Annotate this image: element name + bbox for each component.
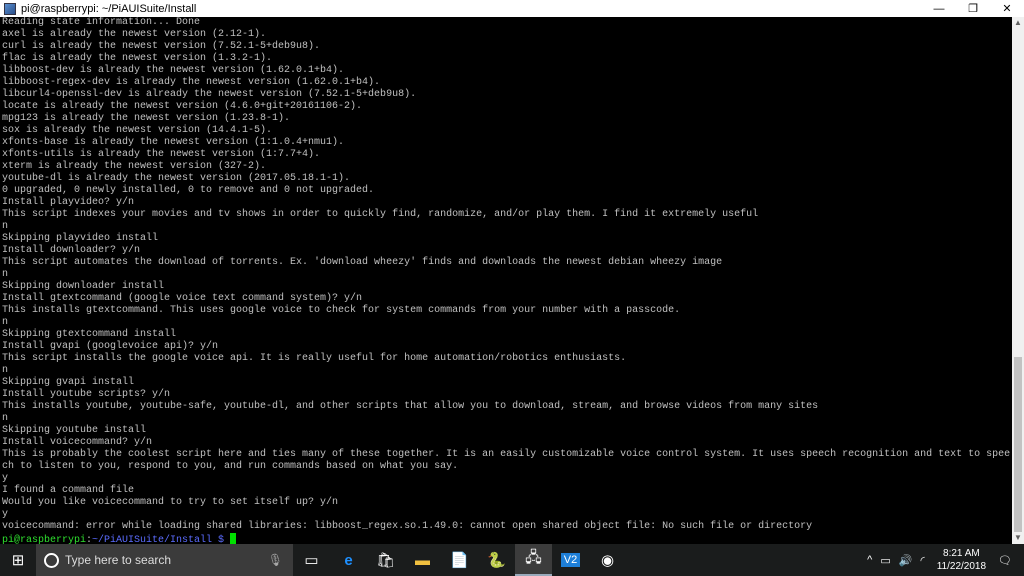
terminal-line: This script indexes your movies and tv s… [2, 209, 759, 220]
edge-icon[interactable]: e [330, 544, 367, 576]
taskbar: ⊞ Type here to search 🎙 ▭ e 🛍 ▬ 📄 🐍 🖧 V2… [0, 544, 1024, 576]
terminal-line: youtube-dl is already the newest version… [2, 173, 351, 184]
clock-date: 11/22/2018 [936, 561, 987, 572]
terminal-line: xfonts-utils is already the newest versi… [2, 149, 321, 160]
terminal-line: 0 upgraded, 0 newly installed, 0 to remo… [2, 185, 375, 196]
terminal-line: libboost-regex-dev is already the newest… [2, 77, 381, 88]
terminal-line: xterm is already the newest version (327… [2, 161, 267, 172]
window-titlebar[interactable]: pi@raspberrypi: ~/PiAUISuite/Install — ❐… [0, 0, 1024, 17]
terminal-line: Install downloader? y/n [2, 245, 141, 256]
terminal-line: Install gtextcommand (google voice text … [2, 293, 363, 304]
action-center-icon[interactable]: 🗨 [998, 554, 1012, 567]
terminal-line: Skipping youtube install [2, 425, 147, 436]
terminal-output[interactable]: Reading state information... Done axel is… [0, 17, 1012, 544]
windows-start-icon[interactable]: ⊞ [0, 544, 36, 576]
terminal-line: Skipping downloader install [2, 281, 165, 292]
terminal-line: This script installs the google voice ap… [2, 353, 627, 364]
wifi-icon[interactable]: ◜ [920, 554, 924, 567]
terminal-line: This installs youtube, youtube-safe, you… [2, 401, 819, 412]
terminal-line: This script automates the download of to… [2, 257, 723, 268]
volume-icon[interactable]: 🔊 [899, 554, 913, 567]
terminal-line: Install voicecommand? y/n [2, 437, 153, 448]
terminal-line: voicecommand: error while loading shared… [2, 521, 813, 532]
restore-button[interactable]: ❐ [956, 0, 990, 17]
terminal-scrollbar[interactable]: ▲ ▼ [1012, 17, 1024, 544]
terminal-line: ch to listen to you, respond to you, and… [2, 461, 459, 472]
scrollbar-thumb[interactable] [1014, 357, 1022, 532]
cortana-icon [44, 552, 59, 568]
terminal-line: I found a command file [2, 485, 135, 496]
terminal-line: curl is already the newest version (7.52… [2, 41, 321, 52]
show-hidden-icons-icon[interactable]: ^ [867, 554, 872, 566]
python-file-icon[interactable]: 📄 [441, 544, 478, 576]
cursor [230, 533, 237, 544]
scroll-down-icon[interactable]: ▼ [1012, 532, 1024, 544]
terminal-line: n [2, 317, 9, 328]
close-button[interactable]: ✕ [990, 0, 1024, 17]
chrome-icon[interactable]: ◉ [589, 544, 626, 576]
battery-icon[interactable]: ▭ [880, 554, 890, 567]
terminal-line: Skipping gvapi install [2, 377, 135, 388]
scroll-up-icon[interactable]: ▲ [1012, 17, 1024, 29]
putty-icon [4, 2, 16, 15]
terminal-line: locate is already the newest version (4.… [2, 101, 363, 112]
terminal-line: libboost-dev is already the newest versi… [2, 65, 345, 76]
terminal-line: Install youtube scripts? y/n [2, 389, 171, 400]
prompt-path: ~/PiAUISuite/Install $ [92, 535, 231, 544]
terminal-line: This is probably the coolest script here… [2, 449, 1011, 460]
terminal-line: y [2, 509, 9, 520]
terminal-line: flac is already the newest version (1.3.… [2, 53, 273, 64]
terminal-line: Install playvideo? y/n [2, 197, 135, 208]
terminal-line: This installs gtextcommand. This uses go… [2, 305, 681, 316]
terminal-line: xfonts-base is already the newest versio… [2, 137, 345, 148]
shell-prompt[interactable]: pi@raspberrypi:~/PiAUISuite/Install $ [2, 533, 1012, 544]
terminal-line: y [2, 473, 9, 484]
terminal-line: Would you like voicecommand to try to se… [2, 497, 339, 508]
terminal-line: mpg123 is already the newest version (1.… [2, 113, 291, 124]
search-placeholder: Type here to search [65, 553, 172, 567]
terminal-line: Skipping gtextcommand install [2, 329, 177, 340]
terminal-line: sox is already the newest version (14.4.… [2, 125, 273, 136]
clock-time: 8:21 AM [943, 548, 980, 559]
terminal-line: n [2, 221, 9, 232]
file-explorer-icon[interactable]: ▬ [404, 544, 441, 576]
clock[interactable]: 8:21 AM 11/22/2018 [937, 547, 986, 573]
task-view-icon[interactable]: ▭ [293, 544, 330, 576]
terminal-line: Skipping playvideo install [2, 233, 159, 244]
minimize-button[interactable]: — [922, 0, 956, 17]
terminal-line: n [2, 413, 9, 424]
microphone-icon[interactable]: 🎙 [268, 553, 283, 567]
putty-taskbar-icon[interactable]: 🖧 [515, 544, 552, 576]
python-icon[interactable]: 🐍 [478, 544, 515, 576]
terminal-line: n [2, 269, 9, 280]
terminal-line: Reading state information... Done [2, 17, 201, 28]
vnc-viewer-icon[interactable]: V2 [552, 544, 589, 576]
terminal-line: n [2, 365, 9, 376]
store-icon[interactable]: 🛍 [367, 544, 404, 576]
taskbar-search[interactable]: Type here to search 🎙 [36, 544, 293, 576]
terminal-line: axel is already the newest version (2.12… [2, 29, 267, 40]
prompt-user: pi@raspberrypi [2, 535, 87, 544]
terminal-line: libcurl4-openssl-dev is already the newe… [2, 89, 417, 100]
terminal-line: Install gvapi (googlevoice api)? y/n [2, 341, 219, 352]
window-title: pi@raspberrypi: ~/PiAUISuite/Install [21, 2, 197, 15]
